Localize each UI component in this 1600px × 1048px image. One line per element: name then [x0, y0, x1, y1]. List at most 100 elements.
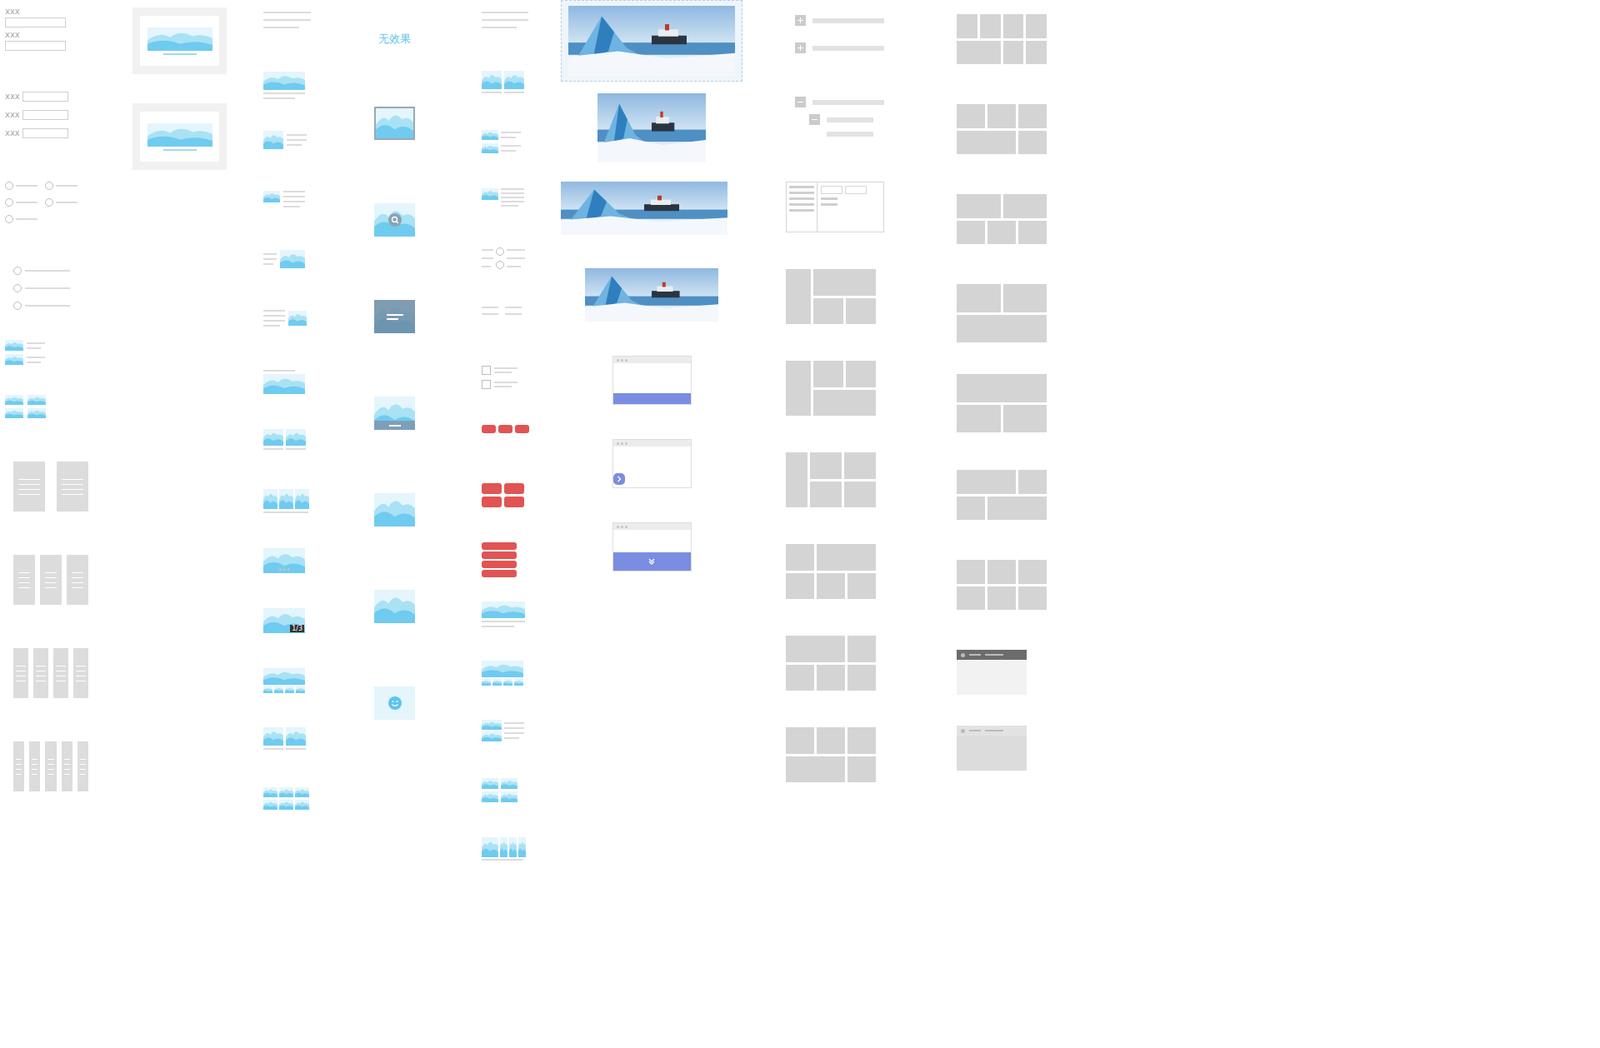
widget-template[interactable]	[481, 365, 529, 425]
grid-layout[interactable]	[785, 452, 893, 545]
grid-layout[interactable]	[785, 635, 893, 728]
image-card[interactable]	[132, 103, 227, 200]
image-text-template[interactable]	[263, 310, 311, 370]
hover-effect-option[interactable]	[372, 396, 417, 494]
grid-layout[interactable]	[956, 284, 1049, 375]
banner[interactable]	[560, 93, 743, 182]
widget-template[interactable]	[481, 11, 529, 71]
image-text-template[interactable]	[263, 548, 311, 609]
image-text-template[interactable]	[263, 190, 311, 251]
radio-option[interactable]	[5, 215, 45, 224]
grid-layout[interactable]	[956, 104, 1049, 195]
grid-layout[interactable]	[785, 360, 893, 453]
panel-template[interactable]	[956, 725, 1049, 802]
tree-node[interactable]	[809, 114, 885, 125]
radio-list[interactable]	[5, 263, 92, 340]
radio-button[interactable]	[13, 301, 22, 310]
grid-layout[interactable]	[956, 14, 1049, 105]
tree-node[interactable]	[795, 15, 885, 26]
image-text-template[interactable]: 1/3	[263, 608, 311, 669]
image-text-template[interactable]	[263, 787, 311, 848]
radio-grid[interactable]	[5, 178, 92, 264]
expand-icon[interactable]	[795, 42, 806, 54]
browser-template[interactable]	[560, 439, 743, 523]
tree-expanded[interactable]	[785, 96, 893, 182]
banner[interactable]	[560, 181, 743, 269]
image-text-template[interactable]	[263, 489, 311, 550]
widget-template[interactable]	[481, 247, 529, 307]
image-text-template[interactable]	[263, 11, 311, 72]
stacked-form[interactable]: xxxxxx	[5, 6, 92, 92]
hover-effect-option[interactable]	[372, 106, 417, 204]
panel-template[interactable]	[956, 650, 1049, 726]
image-text-template[interactable]	[263, 668, 311, 729]
checkbox-row[interactable]	[481, 380, 518, 390]
radio-option[interactable]	[13, 301, 70, 310]
checkbox[interactable]	[481, 365, 491, 375]
radio-option[interactable]	[5, 198, 45, 207]
text-input[interactable]	[22, 110, 69, 120]
widget-template[interactable]	[481, 425, 529, 485]
text-input[interactable]	[22, 128, 69, 139]
checkbox-row[interactable]	[481, 365, 518, 375]
inline-form[interactable]: xxxxxxxxx	[5, 91, 92, 179]
checkbox[interactable]	[481, 380, 491, 390]
image-text-template[interactable]	[263, 250, 311, 310]
grid-layout[interactable]	[956, 560, 1049, 650]
widget-template[interactable]	[481, 188, 529, 248]
radio-button[interactable]	[45, 198, 54, 207]
radio-option[interactable]	[45, 198, 85, 207]
tree-collapsed[interactable]	[785, 15, 893, 97]
grid-layout[interactable]	[785, 727, 893, 820]
widget-template[interactable]	[481, 483, 529, 543]
widget-template[interactable]	[481, 778, 529, 838]
text-input[interactable]	[5, 17, 66, 28]
no-effect-option[interactable]: 无效果	[372, 0, 417, 107]
widget-template[interactable]	[481, 306, 529, 366]
grid-layout[interactable]	[956, 470, 1049, 560]
radio-button[interactable]	[5, 215, 14, 224]
text-input[interactable]	[22, 91, 69, 102]
grid-layout[interactable]	[956, 374, 1049, 470]
image-text-template[interactable]	[263, 429, 311, 490]
tree-node[interactable]	[795, 96, 885, 108]
table-tree[interactable]	[785, 181, 893, 270]
grid-layout[interactable]	[785, 269, 893, 361]
widget-template[interactable]	[481, 601, 529, 661]
image-text-template[interactable]	[263, 727, 311, 788]
radio-button[interactable]	[13, 284, 22, 293]
image-text-list[interactable]	[5, 340, 92, 395]
radio-option[interactable]	[13, 266, 70, 275]
radio-button[interactable]	[5, 198, 14, 207]
hover-effect-option[interactable]	[372, 300, 417, 397]
image-text-template[interactable]	[263, 130, 311, 191]
radio-option[interactable]	[5, 181, 45, 190]
radio-option[interactable]	[13, 284, 70, 293]
widget-template[interactable]	[481, 720, 529, 780]
text-input[interactable]	[5, 40, 66, 51]
hover-effect-option[interactable]	[372, 686, 417, 784]
image-text-template[interactable]	[263, 71, 311, 132]
collapse-icon[interactable]	[795, 96, 806, 108]
grid-layout[interactable]	[956, 194, 1049, 285]
grid-layout[interactable]	[785, 544, 893, 636]
column-layout[interactable]	[5, 648, 92, 742]
radio-button[interactable]	[5, 181, 14, 190]
expand-icon[interactable]	[795, 15, 806, 26]
image-grid[interactable]	[5, 395, 92, 462]
widget-template[interactable]	[481, 837, 529, 897]
radio-option[interactable]	[45, 181, 85, 190]
widget-template[interactable]	[481, 130, 529, 190]
collapse-icon[interactable]	[809, 114, 820, 125]
tree-node[interactable]	[795, 42, 885, 54]
banner[interactable]	[560, 268, 743, 356]
widget-template[interactable]	[481, 660, 529, 720]
browser-template[interactable]	[560, 355, 743, 440]
widget-template[interactable]	[481, 542, 529, 602]
column-layout[interactable]	[5, 741, 92, 835]
widget-template[interactable]	[481, 70, 529, 130]
column-layout[interactable]	[5, 461, 92, 555]
browser-template[interactable]	[560, 522, 743, 606]
image-text-template[interactable]	[263, 370, 311, 430]
hover-effect-option[interactable]	[372, 203, 417, 300]
